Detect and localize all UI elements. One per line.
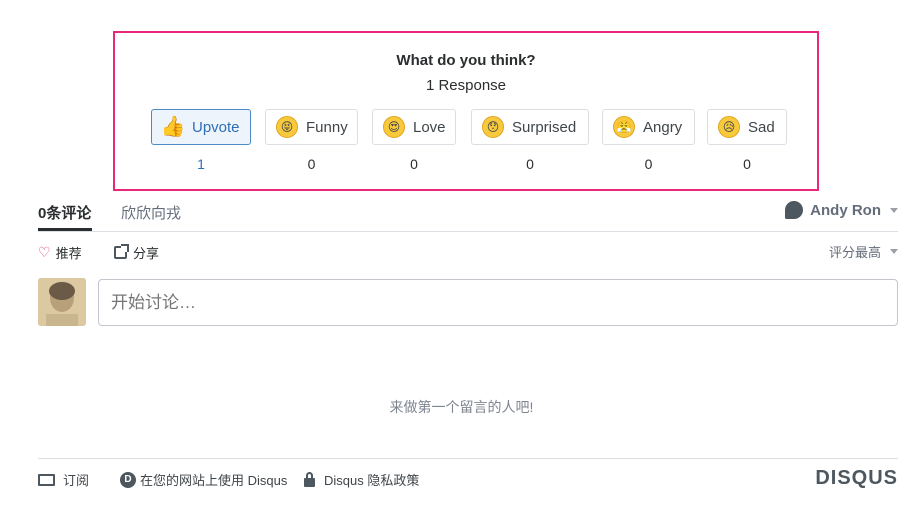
reactions-title: What do you think? — [396, 52, 536, 69]
angry-button[interactable]: 😤 Angry — [602, 109, 695, 145]
reaction-count: 0 — [410, 156, 418, 172]
reaction-sad: 😥 Sad 0 — [707, 109, 787, 172]
reaction-count: 0 — [743, 156, 751, 172]
add-disqus-link[interactable]: D 在您的网站上使用 Disqus — [120, 470, 287, 489]
reaction-funny: 😝 Funny 0 — [265, 109, 358, 172]
add-disqus-label: 在您的网站上使用 Disqus — [140, 473, 288, 488]
subscribe-label: 订阅 — [63, 473, 90, 488]
disqus-d-icon: D — [120, 471, 136, 488]
upvote-button[interactable]: 👍 Upvote — [151, 109, 251, 145]
share-icon — [114, 244, 129, 259]
reaction-love: 😍 Love 0 — [372, 109, 456, 172]
comment-input[interactable] — [98, 279, 898, 326]
reaction-count: 0 — [644, 156, 653, 172]
funny-face-icon: 😝 — [276, 116, 298, 138]
heart-icon: ♡ — [38, 244, 51, 260]
avatar-image — [38, 278, 86, 326]
subscribe-link[interactable]: 订阅 — [38, 470, 89, 489]
reaction-upvote: 👍 Upvote 1 — [151, 109, 251, 172]
thumbs-up-icon: 👍 — [160, 116, 186, 138]
chat-bubble-icon — [785, 201, 804, 219]
mail-icon — [38, 473, 55, 486]
reaction-label: Love — [413, 118, 446, 136]
reaction-label: Upvote — [192, 118, 240, 136]
surprised-face-icon: 😯 — [482, 116, 504, 138]
reaction-surprised: 😯 Surprised 0 — [471, 109, 589, 172]
tab-community[interactable]: 欣欣向戎 — [121, 202, 181, 223]
recommend-button[interactable]: ♡ 推荐 — [38, 243, 82, 262]
user-name: Andy Ron — [810, 201, 881, 219]
surprised-button[interactable]: 😯 Surprised — [471, 109, 589, 145]
reaction-list: 👍 Upvote 1 😝 Funny 0 😍 Love 0 😯 Surprise… — [115, 109, 817, 172]
footer: 订阅 D 在您的网站上使用 Disqus Disqus 隐私政策 DISQUS — [38, 458, 898, 498]
active-tab-indicator — [38, 228, 92, 231]
response-count: 1 Response — [425, 77, 507, 94]
reaction-label: Angry — [643, 118, 683, 136]
sad-button[interactable]: 😥 Sad — [707, 109, 787, 145]
chevron-down-icon — [890, 249, 898, 254]
tab-comments[interactable]: 0条评论 — [38, 202, 91, 223]
lock-icon — [304, 471, 315, 487]
reactions-panel: What do you think? 1 Response 👍 Upvote 1… — [113, 31, 819, 191]
sad-face-icon: 😥 — [718, 116, 740, 138]
reaction-angry: 😤 Angry 0 — [602, 109, 695, 172]
privacy-link[interactable]: Disqus 隐私政策 — [304, 470, 419, 489]
angry-face-icon: 😤 — [613, 116, 635, 138]
recommend-label: 推荐 — [55, 246, 82, 261]
heart-eyes-icon: 😍 — [383, 116, 405, 138]
share-label: 分享 — [133, 246, 160, 261]
empty-state-message: 来做第一个留言的人吧! — [389, 399, 534, 415]
funny-button[interactable]: 😝 Funny — [265, 109, 358, 145]
user-menu[interactable]: Andy Ron — [785, 201, 898, 219]
disqus-logo[interactable]: DISQUS — [815, 467, 898, 490]
action-bar: ♡ 推荐 分享 评分最高 — [38, 241, 898, 263]
reaction-count: 0 — [307, 156, 316, 172]
reaction-count: 1 — [197, 156, 205, 172]
privacy-label: Disqus 隐私政策 — [324, 473, 420, 488]
chevron-down-icon — [890, 207, 898, 213]
reaction-count: 0 — [526, 156, 534, 172]
share-button[interactable]: 分享 — [114, 243, 159, 262]
reaction-label: Surprised — [512, 118, 577, 136]
reaction-label: Funny — [306, 118, 348, 136]
avatar[interactable] — [38, 278, 86, 326]
love-button[interactable]: 😍 Love — [372, 109, 456, 145]
sort-dropdown[interactable]: 评分最高 — [829, 242, 898, 261]
discussion-tabs: 0条评论 欣欣向戎 Andy Ron — [38, 196, 898, 232]
reaction-label: Sad — [748, 118, 775, 136]
sort-label: 评分最高 — [828, 245, 881, 260]
